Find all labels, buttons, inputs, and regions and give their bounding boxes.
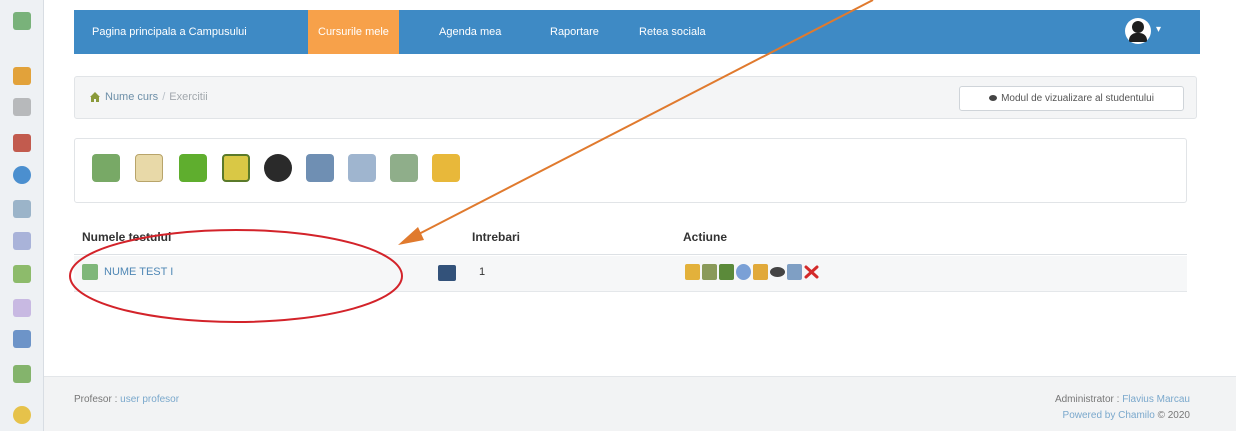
nav-item-campus-home[interactable]: Pagina principala a Campusului: [82, 10, 257, 54]
library-icon[interactable]: [13, 200, 31, 218]
admin-link[interactable]: Flavius Marcau: [1122, 394, 1190, 405]
ai-icon[interactable]: [222, 154, 250, 182]
delete-icon[interactable]: [804, 264, 819, 280]
group-icon[interactable]: [13, 365, 31, 383]
top-navbar: Pagina principala a Campusului Cursurile…: [74, 10, 1200, 54]
clock-icon[interactable]: [13, 166, 31, 184]
import-icon[interactable]: [348, 154, 376, 182]
breadcrumb-course-link[interactable]: Nume curs: [105, 91, 158, 103]
user-avatar-icon[interactable]: [1125, 18, 1151, 44]
teacher-info: Profesor : user profesor: [74, 394, 179, 405]
breadcrumb-panel: Nume curs / Exercitii Modul de vizualizare…: [74, 76, 1197, 119]
admin-info: Administrator : Flavius Marcau: [1055, 394, 1190, 405]
page: Pagina principala a Campusului Cursurile…: [0, 0, 1236, 431]
exercise-toolbar: [74, 138, 1187, 203]
edit-icon[interactable]: [685, 264, 700, 280]
clean-icon[interactable]: [753, 264, 768, 280]
avatar-body: [1129, 33, 1147, 42]
test-icon: [82, 264, 98, 280]
eraser-icon[interactable]: [13, 299, 31, 317]
column-header-actions: Actiune: [683, 230, 728, 244]
monitor-icon[interactable]: [438, 265, 456, 281]
powered-by-link[interactable]: Powered by Chamilo: [1063, 410, 1155, 421]
test-name-link[interactable]: NUME TEST I: [104, 266, 173, 278]
notebook-icon[interactable]: [13, 232, 31, 250]
save-icon[interactable]: [306, 154, 334, 182]
avatar-head: [1132, 21, 1144, 33]
left-tool-strip: [0, 0, 44, 431]
admin-label: Administrator :: [1054, 394, 1120, 405]
student-view-label: Modul de vizualizare al studentului: [1001, 93, 1154, 104]
column-header-test-name: Numele testului: [82, 230, 172, 244]
document-icon[interactable]: [13, 98, 31, 116]
clean-icon[interactable]: [432, 154, 460, 182]
nav-item-reporting[interactable]: Raportare: [540, 10, 609, 54]
users-icon[interactable]: [13, 265, 31, 283]
teacher-link[interactable]: user profesor: [120, 394, 179, 405]
person-icon[interactable]: [13, 330, 31, 348]
nav-item-my-agenda[interactable]: Agenda mea: [429, 10, 511, 54]
shapes-icon[interactable]: [13, 134, 31, 152]
copyright: © 2020: [1157, 410, 1190, 421]
table-row: NUME TEST I 1: [74, 256, 1187, 292]
nav-item-social-network[interactable]: Retea sociala: [629, 10, 716, 54]
page-footer: Profesor : user profesor Administrator :…: [44, 376, 1236, 431]
export-icon[interactable]: [787, 264, 802, 280]
home-icon[interactable]: [89, 91, 101, 103]
teacher-label: Profesor :: [74, 394, 118, 405]
avatar-face-icon[interactable]: [264, 154, 292, 182]
student-view-button[interactable]: Modul de vizualizare al studentului: [959, 86, 1184, 111]
chevron-down-icon[interactable]: ▾: [1156, 24, 1161, 35]
question-icon[interactable]: [135, 154, 163, 182]
annotation-arrowhead: [398, 227, 424, 245]
import-alt-icon[interactable]: [390, 154, 418, 182]
breadcrumb-current: Exercitii: [169, 91, 208, 103]
tools-icon[interactable]: [13, 12, 31, 30]
folder-icon[interactable]: [179, 154, 207, 182]
preview-icon[interactable]: [736, 264, 751, 280]
new-test-icon[interactable]: [92, 154, 120, 182]
breadcrumb-separator: /: [162, 91, 166, 103]
nav-item-my-courses[interactable]: Cursurile mele: [308, 10, 399, 54]
chart-icon[interactable]: [719, 264, 734, 280]
column-header-questions: Intrebari: [472, 230, 521, 244]
chat-icon[interactable]: [13, 406, 31, 424]
annotation-overlay: [69, 0, 874, 323]
eye-icon: [989, 95, 998, 101]
statistics-icon[interactable]: [702, 264, 717, 280]
user-icon[interactable]: [13, 67, 31, 85]
table-header-divider: [74, 254, 1187, 255]
visibility-icon[interactable]: [770, 267, 785, 277]
powered-by: Powered by Chamilo © 2020: [1063, 410, 1190, 421]
question-count: 1: [479, 266, 486, 278]
breadcrumb: Nume curs / Exercitii: [105, 91, 208, 103]
